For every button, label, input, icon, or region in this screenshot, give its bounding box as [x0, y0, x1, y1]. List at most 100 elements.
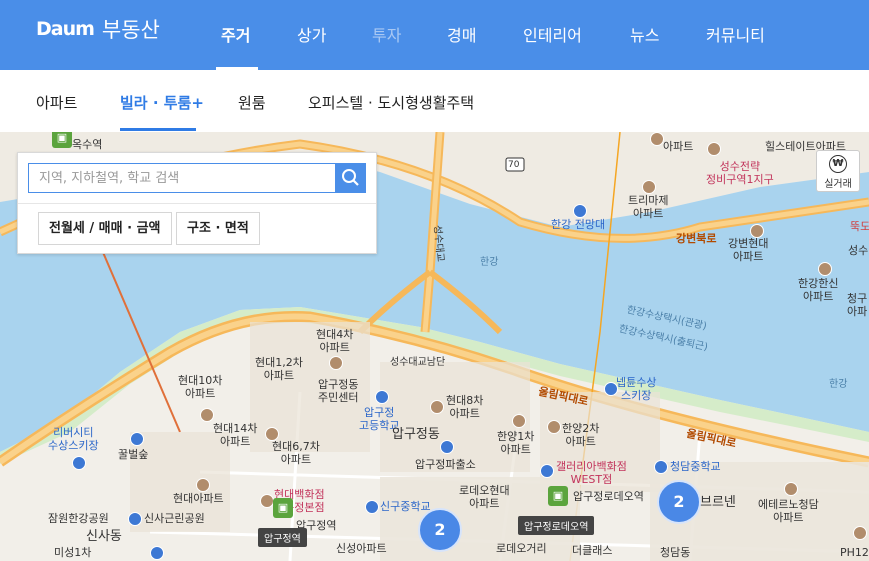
poi-marker[interactable]	[128, 512, 142, 526]
map-label-the-class: 더클래스	[572, 544, 613, 557]
map-label-hangang-cafe: 한강 전망대	[551, 218, 606, 231]
map-label-bridge: 성수대교남단	[390, 357, 446, 368]
subnav-item-apartment[interactable]: 아파트	[36, 92, 77, 113]
map-label-apgujeong-rodeo: 압구정로데오역	[573, 490, 644, 503]
poi-marker[interactable]	[440, 440, 454, 454]
nav-item-interior[interactable]: 인테리어	[523, 22, 582, 46]
nav-item-news[interactable]: 뉴스	[630, 22, 659, 46]
map-label-hangang-hanshin: 한강한신 아파트	[798, 277, 839, 303]
map-label-hyundai-apt: 현대아파트	[173, 492, 224, 505]
poi-marker[interactable]	[72, 456, 86, 470]
map-label-hyundai8: 현대8차 아파트	[446, 394, 484, 420]
poi-marker[interactable]	[707, 142, 721, 156]
map-label-hyundai10: 현대10차 아파트	[178, 374, 223, 400]
poi-marker[interactable]	[130, 432, 144, 446]
map-label-sinsa-ms: 신구중학교	[380, 500, 431, 513]
nav-item-housing[interactable]: 주거	[221, 22, 250, 46]
map-label-apgujeong-office: 압구정파출소	[415, 458, 476, 471]
map-label-hanyang2: 한양2차 아파트	[562, 422, 600, 448]
search-button[interactable]	[335, 163, 366, 193]
brand-name: Daum	[36, 18, 95, 40]
search-input[interactable]	[28, 163, 346, 193]
poi-marker[interactable]	[654, 460, 668, 474]
map-label-jamwon: 잠원한강공원	[48, 512, 109, 525]
poi-marker[interactable]	[365, 500, 379, 514]
map-label-seongsu2: 성수	[848, 244, 869, 257]
poi-marker[interactable]	[650, 132, 664, 146]
map-label-rodeo-st: 로데오거리	[496, 542, 547, 555]
map-label-river-ski: 리버시티 수상스키장	[48, 426, 99, 452]
map-label-gangbyeon: 강변북로	[676, 232, 717, 245]
poi-marker[interactable]	[604, 382, 618, 396]
map-label-sinsung: 신성아파트	[336, 542, 387, 555]
map-label-ph: PH12	[840, 546, 869, 559]
price-filter-button[interactable]: 전월세 / 매매 · 금액	[38, 212, 172, 245]
poi-marker[interactable]	[853, 526, 867, 540]
search-icon	[342, 169, 359, 186]
listing-cluster[interactable]: 2	[657, 480, 701, 524]
subnav-item-villa[interactable]: 빌라 · 투룸+	[120, 92, 204, 113]
station-tag-apgujeong-rodeo[interactable]: 압구정로데오역	[518, 516, 595, 535]
map-label-hanyang1: 한양1차 아파트	[497, 430, 535, 456]
poi-marker[interactable]	[329, 356, 343, 370]
poi-marker[interactable]	[540, 464, 554, 478]
map-label-ggulbeoseul: 꿀벌숲	[118, 448, 149, 461]
poi-marker[interactable]	[430, 400, 444, 414]
poi-marker[interactable]	[150, 546, 164, 560]
subway-station-icon[interactable]: ▣	[273, 498, 293, 518]
sub-nav: 아파트 빌라 · 투룸+ 원룸 오피스텔 · 도시형생활주택	[0, 70, 869, 133]
realdeal-button[interactable]: ₩ 실거래	[816, 150, 860, 192]
poi-marker[interactable]	[573, 204, 587, 218]
nav-item-commercial[interactable]: 상가	[297, 22, 326, 46]
map-label-apgujeong-dong: 압구정동	[392, 427, 440, 442]
nav-item-investment[interactable]: 투자	[372, 22, 401, 46]
map-label-sinsadong: 신사동	[86, 529, 122, 544]
map-label-apt-top: 아파트	[663, 140, 694, 153]
poi-marker[interactable]	[265, 427, 279, 441]
panel-divider	[18, 203, 376, 204]
map-label-seongsu: 성수전략 정비구역1지구	[706, 160, 774, 186]
nav-item-auction[interactable]: 경매	[447, 22, 476, 46]
poi-marker[interactable]	[196, 478, 210, 492]
map-label-apgujeong-center: 압구정동 주민센터	[318, 378, 359, 404]
poi-marker[interactable]	[642, 180, 656, 194]
poi-marker[interactable]	[547, 420, 561, 434]
map-label-hangang2: 한강	[829, 379, 848, 390]
map-label-hyundai4: 현대4차 아파트	[316, 328, 354, 354]
subnav-active-indicator	[120, 128, 196, 131]
map-label-gangbyeon-hd: 강변현대 아파트	[728, 237, 769, 263]
map-label-trimage: 트리마제 아파트	[628, 194, 669, 220]
poi-marker[interactable]	[375, 390, 389, 404]
nav-item-community[interactable]: 커뮤니티	[706, 22, 765, 46]
subnav-item-oneroom[interactable]: 원룸	[238, 92, 266, 113]
map-label-cheongdam-ms: 청담중학교	[670, 460, 721, 473]
realdeal-label: 실거래	[824, 179, 852, 190]
map-label-hyundai14: 현대14차 아파트	[213, 422, 258, 448]
poi-marker[interactable]	[512, 414, 526, 428]
poi-marker[interactable]	[200, 408, 214, 422]
area-filter-button[interactable]: 구조 · 면적	[176, 212, 260, 245]
map-label-galleria: 갤러리아백화점 WEST점	[556, 460, 627, 486]
subway-station-icon[interactable]: ▣	[548, 486, 568, 506]
map-label-ttukdo: 뚝도	[850, 220, 869, 233]
map-label-hangang: 한강	[480, 257, 499, 268]
road-70-icon: 70	[508, 160, 520, 170]
daum-logo[interactable]: Daum 부동산	[36, 14, 160, 44]
map-label-sinsa-park: 신사근린공원	[144, 512, 205, 525]
subway-station-icon[interactable]: ▣	[52, 132, 72, 148]
poi-marker[interactable]	[784, 482, 798, 496]
top-header: Daum 부동산 주거 상가 투자 경매 인테리어 뉴스 커뮤니티	[0, 0, 869, 70]
map-label-oksu: 옥수역	[72, 138, 103, 151]
station-tag-apgujeong[interactable]: 압구정역	[258, 528, 307, 547]
subnav-item-officetel[interactable]: 오피스텔 · 도시형생활주택	[308, 92, 474, 113]
map-label-neptune: 넵튠수상 스키장	[616, 376, 657, 402]
service-name: 부동산	[101, 18, 160, 42]
poi-marker[interactable]	[260, 494, 274, 508]
listing-cluster[interactable]: 2	[418, 508, 462, 552]
poi-marker[interactable]	[750, 224, 764, 238]
poi-marker[interactable]	[818, 262, 832, 276]
map-label-cheonggu: 청구 아파	[847, 292, 868, 318]
map-label-hyundai67: 현대6,7차 아파트	[272, 440, 320, 466]
map-label-etrenos: 에테르노청담 아파트	[758, 498, 819, 524]
map-label-cheongdam: 청담동	[660, 546, 691, 559]
